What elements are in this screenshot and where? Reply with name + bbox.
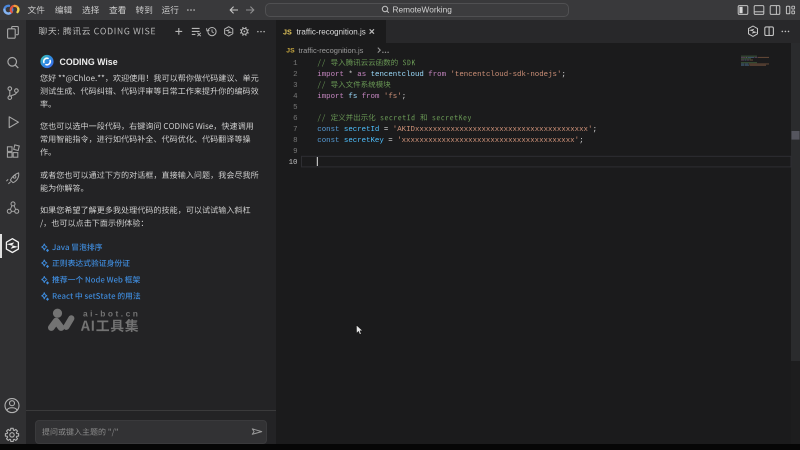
svg-text:traffic-recognition.js: traffic-recognition.js	[297, 28, 366, 37]
svg-text:RemoteWorking: RemoteWorking	[393, 5, 453, 15]
svg-text:JS: JS	[286, 48, 295, 55]
svg-text:from: from	[362, 93, 380, 101]
svg-text:'AKIDxxxxxxxxxxxxxxxxxxxxxxxxx: 'AKIDxxxxxxxxxxxxxxxxxxxxxxxxxxxxxxxxxxx…	[393, 126, 593, 134]
svg-text:8: 8	[293, 137, 297, 145]
svg-text:2: 2	[293, 71, 297, 79]
svg-text:'fs': 'fs'	[384, 93, 402, 101]
svg-text:from: from	[428, 71, 446, 79]
svg-text:10: 10	[289, 159, 298, 167]
svg-text:traffic-recognition.js: traffic-recognition.js	[299, 46, 364, 55]
svg-text:;: ;	[562, 71, 566, 79]
svg-text:'xxxxxxxxxxxxxxxxxxxxxxxxxxxxx: 'xxxxxxxxxxxxxxxxxxxxxxxxxxxxxxxxxxxxxxx…	[397, 137, 579, 145]
svg-text:;: ;	[402, 93, 406, 101]
svg-text:fs: fs	[348, 93, 357, 101]
svg-text:const: const	[317, 137, 339, 145]
svg-text:import: import	[317, 71, 344, 79]
svg-text:;: ;	[579, 137, 583, 145]
svg-text:tencentcloud: tencentcloud	[371, 71, 424, 79]
svg-text:*: *	[348, 71, 352, 79]
svg-text:4: 4	[293, 93, 298, 101]
svg-text:6: 6	[293, 115, 297, 123]
svg-text:7: 7	[293, 126, 297, 134]
svg-text:9: 9	[293, 148, 297, 156]
svg-text:JS: JS	[283, 27, 292, 36]
svg-text:secretKey: secretKey	[344, 137, 384, 145]
svg-text:;: ;	[593, 126, 597, 134]
svg-text:1: 1	[293, 60, 298, 68]
svg-text:ai-bot.cn: ai-bot.cn	[83, 308, 140, 318]
svg-text:=: =	[384, 126, 389, 134]
svg-text:3: 3	[293, 82, 297, 90]
svg-text:5: 5	[293, 104, 297, 112]
svg-text:as: as	[357, 71, 366, 79]
svg-text:CODING Wise: CODING Wise	[60, 57, 118, 67]
svg-text:import: import	[317, 93, 344, 101]
svg-text:secretId: secretId	[344, 126, 379, 134]
svg-text:'tencentcloud-sdk-nodejs': 'tencentcloud-sdk-nodejs'	[451, 71, 562, 79]
svg-text:=: =	[388, 137, 393, 145]
svg-text:const: const	[317, 126, 339, 134]
